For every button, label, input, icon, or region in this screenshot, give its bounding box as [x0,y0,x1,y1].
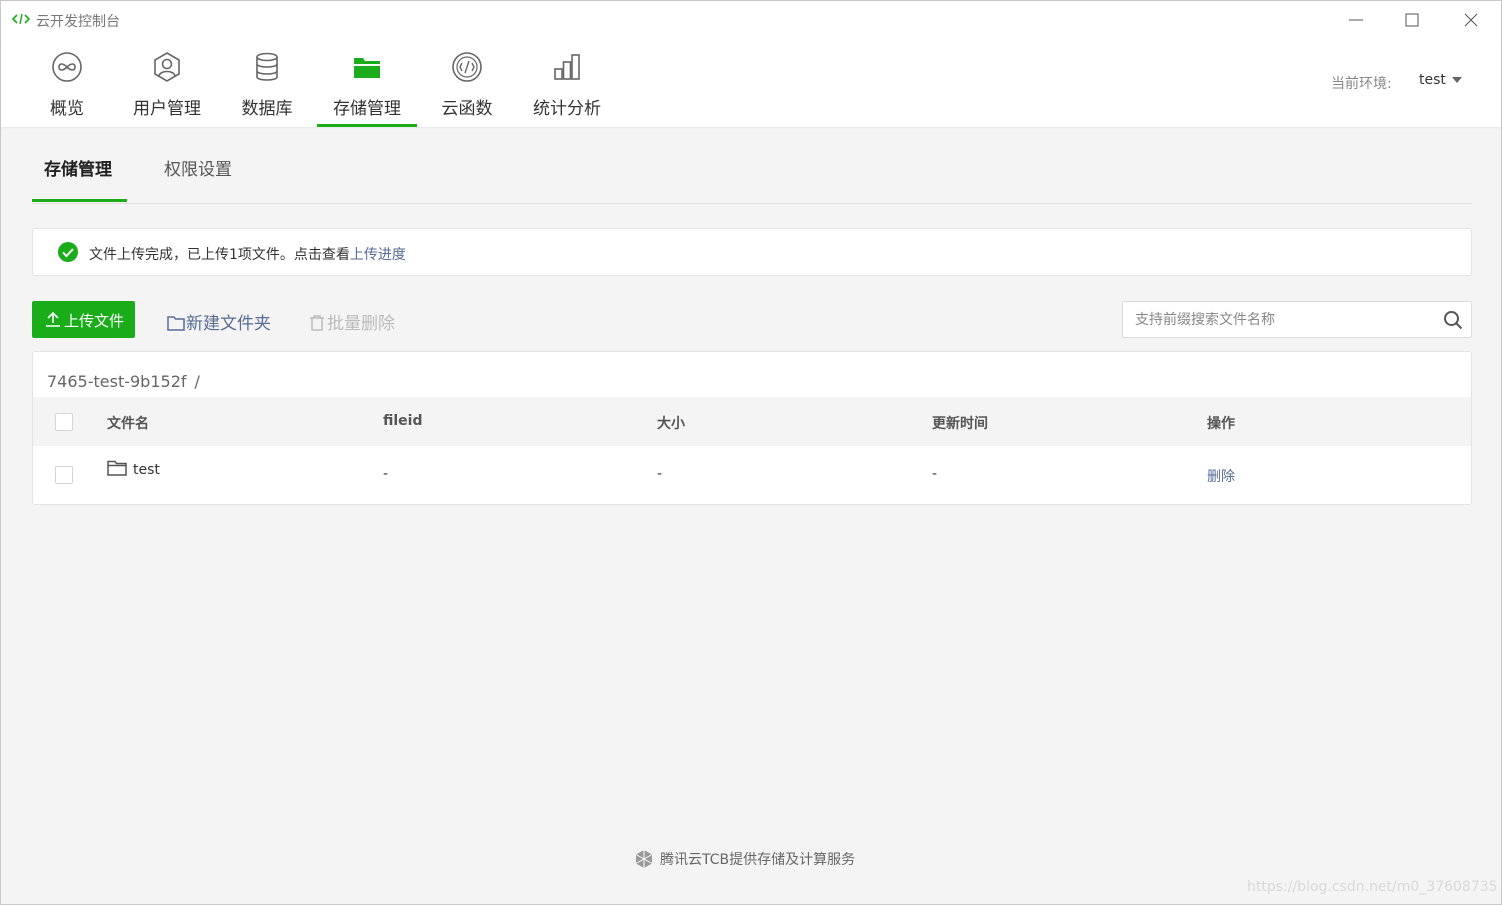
table-header: 文件名 fileid 大小 更新时间 操作 [33,397,1471,446]
user-icon [154,52,180,82]
nav-item-label: 用户管理 [133,99,201,119]
nav-item-label: 统计分析 [533,99,601,119]
tencent-cloud-logo-icon [635,850,653,868]
upload-file-label: 上传文件 [64,312,125,330]
tab-storage-management[interactable]: 存储管理 [44,155,112,180]
fileid-cell: - [383,466,389,482]
window-title: 云开发控制台 [36,14,120,30]
database-icon [256,52,278,81]
table-row: test - - - 删除 [33,446,1471,502]
nav-item-analytics[interactable]: 统计分析 [517,41,617,127]
column-header-size: 大小 [657,416,685,432]
upload-progress-link[interactable]: 上传进度 [350,247,406,263]
nav-item-users[interactable]: 用户管理 [117,41,217,127]
search-icon[interactable] [1443,310,1463,330]
batch-delete-label: 批量删除 [327,314,395,334]
nav-item-label: 概览 [50,99,84,119]
nav-item-functions[interactable]: 云函数 [417,41,517,127]
nav-item-label: 数据库 [241,99,293,119]
breadcrumb: 7465-test-9b152f / [47,372,200,391]
close-button[interactable] [1456,7,1486,33]
env-label: 当前环境: [1331,76,1392,92]
nav-item-label: 存储管理 [333,99,401,119]
minimize-button[interactable] [1341,7,1371,33]
new-folder-button[interactable]: 新建文件夹 [167,309,271,334]
row-checkbox[interactable] [55,466,73,484]
function-icon [452,52,482,82]
maximize-button[interactable] [1397,7,1427,33]
folder-icon [354,58,380,78]
folder-outline-icon [107,460,127,476]
infinity-icon [52,52,82,82]
watermark: https://blog.csdn.net/m0_37608735 [1247,879,1498,895]
upload-icon [46,311,60,327]
search-box [1122,301,1472,338]
upload-notice: 文件上传完成，已上传1项文件。点击查看上传进度 [32,228,1472,276]
updated-cell: - [932,466,938,482]
sub-tabs: 存储管理 权限设置 [32,127,1472,204]
check-circle-icon [58,242,78,262]
file-panel: 7465-test-9b152f / 文件名 fileid 大小 更新时间 操作 … [32,351,1472,505]
bar-chart-icon [554,54,580,80]
size-cell: - [657,466,663,482]
column-header-name: 文件名 [107,416,149,432]
breadcrumb-bucket[interactable]: 7465-test-9b152f [47,372,187,391]
nav-item-overview[interactable]: 概览 [17,41,117,127]
column-header-updated: 更新时间 [932,416,988,432]
footer: 腾讯云TCB提供存储及计算服务 [634,849,855,869]
notice-message: 文件上传完成，已上传1项文件。点击查看上传进度 [89,244,406,264]
env-value: test [1419,72,1446,88]
folder-outline-icon [167,316,185,331]
trash-icon [310,315,324,331]
file-name: test [133,462,160,478]
close-icon [1464,13,1478,27]
file-name-cell[interactable]: test [107,460,160,478]
breadcrumb-separator: / [194,372,200,391]
nav-item-label: 云函数 [441,99,493,119]
env-select[interactable]: test [1419,72,1462,88]
delete-link[interactable]: 删除 [1207,466,1235,486]
notice-text: 文件上传完成，已上传1项文件。点击查看 [89,247,350,263]
column-header-fileid: fileid [383,413,423,429]
select-all-checkbox[interactable] [55,413,73,431]
search-input[interactable] [1135,302,1435,337]
maximize-icon [1405,13,1419,27]
upload-file-button[interactable]: 上传文件 [32,301,135,338]
code-icon [12,13,30,25]
column-header-actions: 操作 [1207,416,1235,432]
minimize-icon [1349,19,1363,21]
app-window: 云开发控制台 概览 用户管理 数据库 存储管理 云函数 统计分析 当前环境: t… [0,0,1502,905]
active-subtab-indicator [32,199,127,202]
nav-item-storage[interactable]: 存储管理 [317,41,417,127]
nav-item-database[interactable]: 数据库 [217,41,317,127]
batch-delete-button[interactable]: 批量删除 [308,309,395,334]
title-bar: 云开发控制台 [1,1,1501,41]
caret-down-icon [1451,77,1462,83]
tab-permission-settings[interactable]: 权限设置 [164,155,232,180]
top-nav: 概览 用户管理 数据库 存储管理 云函数 统计分析 当前环境: test [1,41,1501,127]
new-folder-label: 新建文件夹 [186,314,271,334]
footer-text: 腾讯云TCB提供存储及计算服务 [660,852,856,868]
